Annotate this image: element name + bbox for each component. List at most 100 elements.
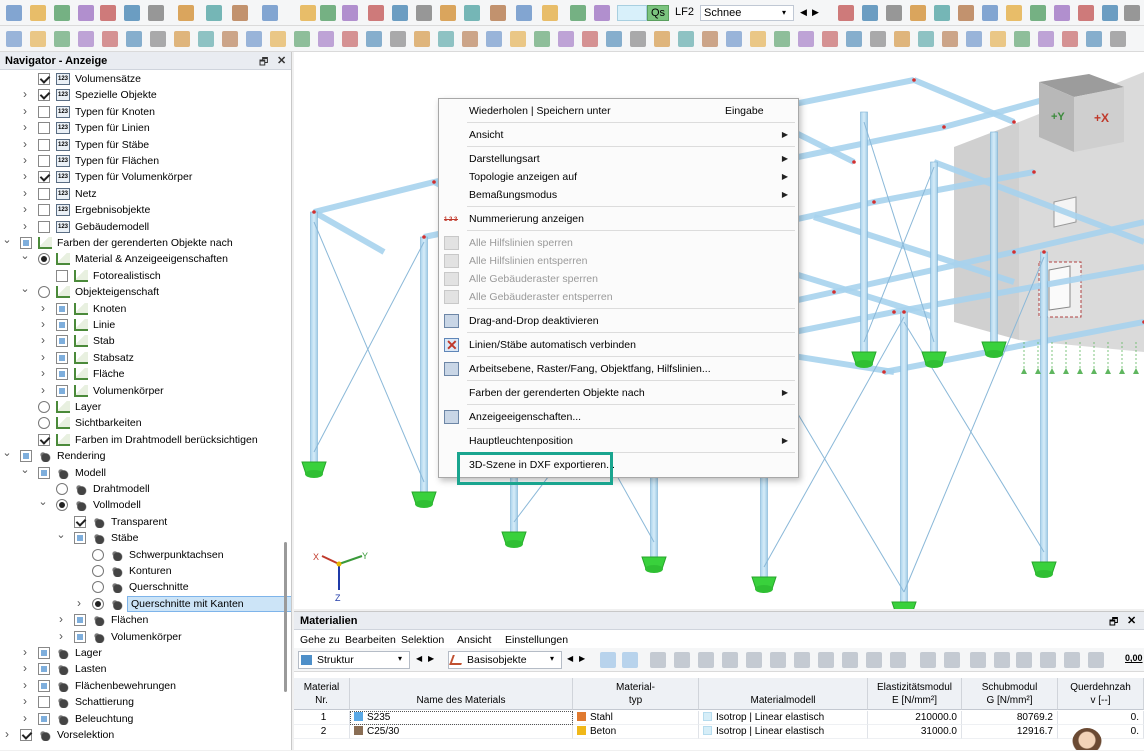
table-tool-icon[interactable] — [890, 652, 906, 668]
toolbar-tool-icon[interactable] — [390, 31, 406, 47]
tree-item[interactable]: › Volumenkörper — [0, 383, 290, 399]
chevron-right-icon[interactable]: › — [20, 168, 30, 184]
checkbox[interactable] — [74, 630, 86, 643]
radio-button[interactable] — [38, 401, 50, 413]
checkbox[interactable] — [38, 663, 50, 676]
tree-item[interactable]: › 123 Typen für Stäbe — [0, 137, 290, 153]
radio-button[interactable] — [38, 417, 50, 430]
toolbar-tool-icon[interactable] — [124, 5, 140, 21]
chevron-right-icon[interactable]: › — [38, 332, 48, 348]
toolbar-tool-icon[interactable] — [1124, 5, 1140, 21]
toolbar-tool-icon[interactable] — [570, 5, 586, 21]
checkbox[interactable] — [38, 220, 50, 233]
navigator-scrollbar[interactable] — [284, 542, 287, 692]
toolbar-tool-icon[interactable] — [342, 5, 358, 21]
view-cube[interactable]: +Y +X — [1039, 74, 1124, 152]
chevron-right-icon[interactable]: › — [38, 300, 48, 316]
table-tool-icon[interactable] — [944, 652, 960, 668]
tree-item[interactable]: › Vorselektion — [0, 727, 290, 743]
menu-item[interactable]: Hauptleuchtenposition ▶ — [439, 432, 798, 450]
pin-icon[interactable]: 🗗 — [259, 55, 268, 72]
close-icon[interactable]: ✕ — [277, 54, 286, 67]
checkbox[interactable] — [38, 712, 50, 725]
table-tool-icon[interactable] — [674, 652, 690, 668]
chevron-right-icon[interactable]: › — [2, 726, 12, 742]
table-tool-icon[interactable] — [1016, 652, 1032, 668]
checkbox[interactable] — [38, 105, 50, 118]
menu-item[interactable]: Ansicht ▶ — [439, 126, 798, 144]
checkbox[interactable] — [38, 73, 50, 85]
toolbar-tool-icon[interactable] — [174, 31, 190, 47]
toolbar-tool-icon[interactable] — [148, 5, 164, 21]
tree-item[interactable]: › 123 Typen für Knoten — [0, 104, 290, 120]
table-tool-icon[interactable] — [698, 652, 714, 668]
tree-item[interactable]: › Lasten — [0, 661, 290, 677]
toolbar-tool-icon[interactable] — [862, 5, 878, 21]
toolbar-tool-icon[interactable] — [486, 31, 502, 47]
checkbox[interactable] — [56, 335, 68, 348]
table-tool-icon[interactable] — [842, 652, 858, 668]
toolbar-tool-icon[interactable] — [126, 31, 142, 47]
tree-item[interactable]: ⌄ Stäbe — [0, 529, 290, 546]
tree-item[interactable]: › 123 Gebäudemodell — [0, 219, 290, 235]
toolbar-tool-icon[interactable] — [678, 31, 694, 47]
table-tool-icon[interactable] — [746, 652, 762, 668]
table-tool-icon[interactable] — [622, 652, 638, 668]
toolbar-tool-icon[interactable] — [102, 31, 118, 47]
tree-item[interactable]: › 123 Ergebnisobjekte — [0, 202, 290, 218]
checkbox[interactable] — [74, 532, 86, 545]
toolbar-tool-icon[interactable] — [178, 5, 194, 21]
decimal-places-label[interactable]: 0,00 — [1125, 653, 1143, 663]
toolbar-tool-icon[interactable] — [702, 31, 718, 47]
toolbar-tool-icon[interactable] — [1030, 5, 1046, 21]
checkbox[interactable] — [38, 696, 50, 709]
toolbar-tool-icon[interactable] — [1054, 5, 1070, 21]
chevron-down-icon[interactable]: ▾ — [398, 654, 402, 663]
toolbar-tool-icon[interactable] — [198, 31, 214, 47]
checkbox[interactable] — [56, 351, 68, 364]
previous-icon[interactable]: ◀ — [416, 654, 422, 663]
toolbar-tool-icon[interactable] — [1014, 31, 1030, 47]
menu-item[interactable]: Drag-and-Drop deaktivieren — [439, 312, 798, 330]
toolbar-tool-icon[interactable] — [262, 5, 278, 21]
tree-item[interactable]: Konturen — [0, 563, 290, 579]
checkbox[interactable] — [38, 138, 50, 151]
toolbar-tool-icon[interactable] — [846, 31, 862, 47]
pane-menu-item[interactable]: Einstellungen — [505, 634, 568, 646]
menu-item[interactable]: Farben der gerenderten Objekte nach ▶ — [439, 384, 798, 402]
tree-item[interactable]: Farben im Drahtmodell berücksichtigen — [0, 432, 290, 448]
checkbox[interactable] — [56, 384, 68, 397]
tree-item[interactable]: › Fläche — [0, 366, 290, 382]
column-header[interactable]: Querdehnzah v [--] — [1058, 678, 1144, 710]
toolbar-tool-icon[interactable] — [392, 5, 408, 21]
toolbar-tool-icon[interactable] — [438, 31, 454, 47]
table-cell[interactable]: Isotrop | Linear elastisch — [699, 725, 868, 739]
radio-button[interactable] — [38, 253, 50, 266]
toolbar-tool-icon[interactable] — [798, 31, 814, 47]
toolbar-tool-icon[interactable] — [320, 5, 336, 21]
checkbox[interactable] — [74, 515, 86, 528]
toolbar-tool-icon[interactable] — [630, 31, 646, 47]
toolbar-tool-icon[interactable] — [942, 31, 958, 47]
chevron-right-icon[interactable]: › — [56, 611, 66, 627]
toolbar-tool-icon[interactable] — [1006, 5, 1022, 21]
checkbox[interactable] — [38, 204, 50, 217]
table-tool-icon[interactable] — [866, 652, 882, 668]
chevron-right-icon[interactable]: › — [56, 628, 66, 644]
toolbar-tool-icon[interactable] — [966, 31, 982, 47]
avatar[interactable] — [1072, 728, 1102, 750]
tree-item[interactable]: ⌄ Modell — [0, 464, 290, 481]
toolbar-tool-icon[interactable] — [318, 31, 334, 47]
toolbar-tool-icon[interactable] — [918, 31, 934, 47]
checkbox[interactable] — [56, 269, 68, 282]
checkbox[interactable] — [56, 319, 68, 331]
toolbar-tool-icon[interactable] — [1038, 31, 1054, 47]
tree-item[interactable]: › Linie — [0, 317, 290, 333]
checkbox[interactable] — [20, 450, 32, 463]
table-cell[interactable]: 80769.2 — [962, 711, 1058, 725]
next-load-case-icon[interactable]: ▶ — [812, 7, 819, 18]
view-cube-x-label[interactable]: +X — [1094, 111, 1109, 125]
toolbar-tool-icon[interactable] — [894, 31, 910, 47]
table-cell[interactable]: 1 — [294, 711, 350, 725]
tree-item[interactable]: ⌄ Objekteigenschaft — [0, 283, 290, 300]
